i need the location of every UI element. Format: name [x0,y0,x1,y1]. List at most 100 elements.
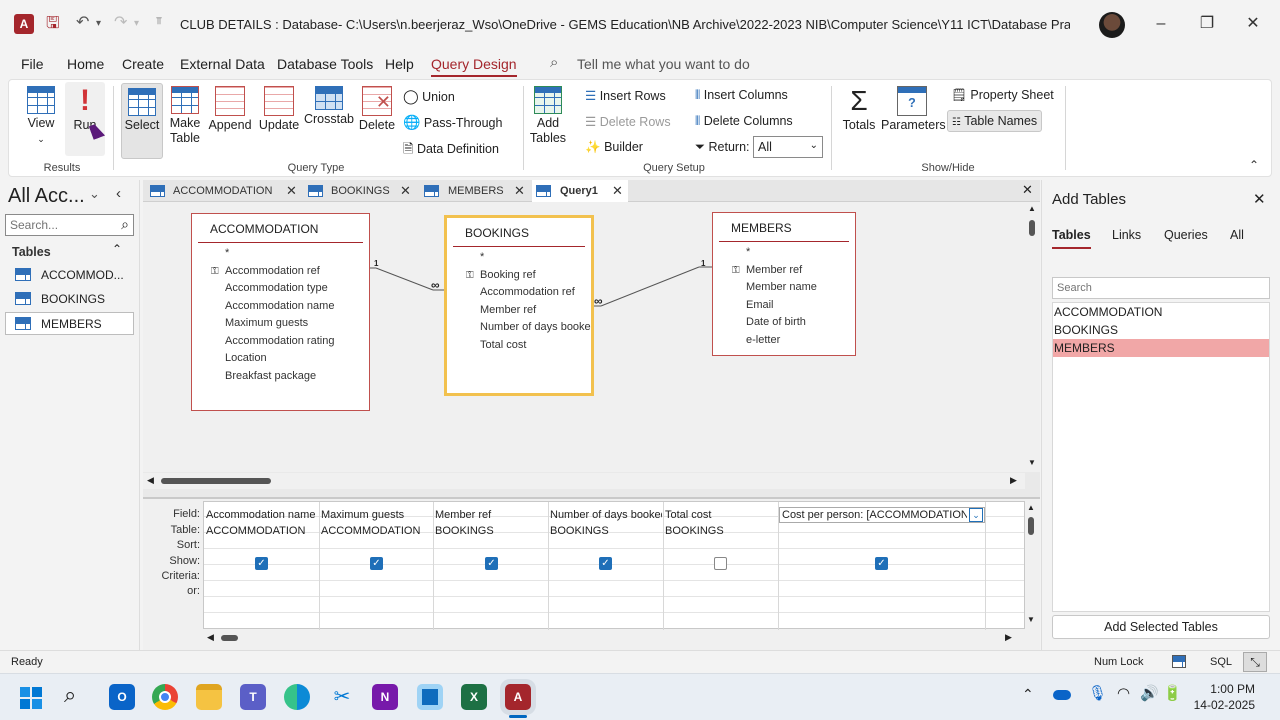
scroll-thumb[interactable] [1029,220,1035,236]
insert-rows-button[interactable]: ☰ Insert Rows [585,88,666,103]
windows-start-icon[interactable] [20,687,42,709]
clock-date[interactable]: 14-02-2025 [1185,698,1255,712]
update-button[interactable]: Update [257,86,301,133]
nav-title[interactable]: All Acc... [8,185,85,208]
search-icon[interactable]: ⌕ [121,216,129,233]
show-checkbox[interactable]: ✓ [599,557,612,570]
grid-field-cell[interactable]: Total cost [665,509,777,521]
battery-icon[interactable]: 🔋 [1163,684,1182,702]
nav-search-input[interactable] [6,215,106,235]
scroll-thumb[interactable] [161,478,271,484]
scroll-up-icon[interactable]: ▲ [1027,503,1035,512]
field-item[interactable]: * [713,244,855,262]
pane-tab-queries[interactable]: Queries [1164,228,1208,242]
field-item[interactable]: Accommodation ref [447,284,591,302]
edge-icon[interactable] [284,684,310,710]
field-item[interactable]: Member ref [447,302,591,320]
field-item[interactable]: Accommodation rating [192,333,369,351]
teams-icon[interactable]: T [240,684,266,710]
grid-table-cell[interactable]: BOOKINGS [665,525,777,537]
table-names-button[interactable]: ☷ Table Names [947,110,1043,132]
datasheet-view-icon[interactable] [1172,655,1186,668]
field-item[interactable]: Maximum guests [192,315,369,333]
parameters-button[interactable]: ? Parameters [881,86,946,133]
customize-toolbar-icon[interactable]: ⫪ [156,16,162,27]
field-item[interactable]: Number of days booke [447,319,591,337]
table-box-title[interactable]: ACCOMMODATION [198,214,363,243]
menu-database-tools[interactable]: Database Tools [277,56,373,72]
append-button[interactable]: Append [207,86,253,133]
table-box-bookings[interactable]: BOOKINGS * ⚿ Booking ref Accommodation re… [444,215,594,396]
return-select[interactable]: All ⌄ [753,136,823,158]
grid-table-cell[interactable]: BOOKINGS [435,525,547,537]
menu-external-data[interactable]: External Data [180,56,265,72]
file-explorer-icon[interactable] [196,684,222,710]
totals-button[interactable]: Σ Totals [839,86,879,133]
canvas-horizontal-scrollbar[interactable]: ◀ ▶ [143,473,1025,489]
minimize-icon[interactable]: – [1138,8,1184,40]
clock-time[interactable]: 1:00 PM [1193,682,1255,696]
query-design-canvas[interactable]: 1 ∞ ∞ 1 ACCOMMODATION * ⚿ Accommodation r… [143,202,1025,472]
builder-button[interactable]: ✨ Builder [585,140,643,155]
tell-me-search[interactable]: Tell me what you want to do [577,56,750,72]
onenote-icon[interactable]: N [372,684,398,710]
show-checkbox[interactable] [714,557,727,570]
add-tables-button[interactable]: Add Tables [529,86,567,146]
add-tables-search-input[interactable] [1052,277,1270,299]
data-definition-button[interactable]: 🗎 Data Definition [403,140,499,162]
wifi-icon[interactable]: ◠ [1117,684,1130,702]
scroll-left-icon[interactable]: ◀ [147,475,154,486]
crosstab-button[interactable]: Crosstab [303,86,355,127]
menu-query-design[interactable]: Query Design [431,56,517,77]
save-icon[interactable]: 🖫 [46,12,60,39]
undo-dropdown-icon[interactable]: ▾ [96,18,101,29]
chevron-up-icon[interactable]: ⌃ [112,242,122,256]
close-icon[interactable]: ✕ [514,180,525,202]
scroll-left-icon[interactable]: ◀ [207,632,214,643]
volume-icon[interactable]: 🔊 [1140,684,1159,702]
menu-create[interactable]: Create [122,56,164,72]
sql-view-button[interactable]: SQL [1210,656,1232,668]
chrome-icon[interactable] [152,684,178,710]
pane-tab-links[interactable]: Links [1112,228,1141,242]
field-item[interactable]: Member name [713,279,855,297]
field-item[interactable]: e-letter [713,332,855,350]
close-icon[interactable]: ✕ [286,180,297,202]
union-button[interactable]: ◯ Union [403,88,455,105]
close-icon[interactable]: ✕ [1253,190,1266,208]
grid-horizontal-scrollbar[interactable]: ◀ ▶ [203,630,1025,646]
design-view-icon[interactable]: ⤡ [1243,652,1267,672]
field-item[interactable]: Location [192,350,369,368]
chevron-up-icon[interactable]: ⌃ [1022,686,1034,703]
tab-bookings[interactable]: BOOKINGS ✕ [306,180,416,202]
grid-table-cell[interactable]: BOOKINGS [550,525,662,537]
nav-section-tables[interactable]: Tables [12,245,51,259]
select-button[interactable]: Select [121,83,163,159]
grid-field-cell[interactable]: Accommodation name [206,509,318,521]
menu-help[interactable]: Help [385,56,414,72]
add-selected-tables-button[interactable]: Add Selected Tables [1052,615,1270,639]
shutter-bar-icon[interactable]: ‹ [116,185,121,202]
pass-through-button[interactable]: 🌐 Pass-Through [403,114,502,131]
redo-dropdown-icon[interactable]: ▾ [134,18,139,29]
dropdown-arrow-icon[interactable]: ⌄ [969,508,983,522]
undo-icon[interactable]: ↶ [76,12,89,32]
nav-menu-icon[interactable]: ⌄ [89,186,100,202]
excel-icon[interactable]: X [461,684,487,710]
show-checkbox[interactable]: ✓ [255,557,268,570]
access-taskbar-icon[interactable]: A [505,684,531,710]
nav-item-bookings[interactable]: BOOKINGS [5,288,135,310]
avatar[interactable] [1099,12,1125,38]
view-button[interactable]: View ⌄ [21,86,61,147]
close-icon[interactable]: ✕ [1230,8,1276,40]
tab-members[interactable]: MEMBERS ✕ [422,180,530,202]
menu-home[interactable]: Home [67,56,104,72]
field-item[interactable]: Email [713,297,855,315]
tab-query1[interactable]: Query1 ✕ [532,180,628,202]
list-item-selected[interactable]: MEMBERS [1053,339,1269,357]
scroll-down-icon[interactable]: ▼ [1028,458,1036,467]
nav-item-accommodation[interactable]: ACCOMMOD... [5,264,135,286]
list-item[interactable]: ACCOMMODATION [1053,303,1269,321]
list-item[interactable]: BOOKINGS [1053,321,1269,339]
field-item[interactable]: Total cost [447,337,591,355]
